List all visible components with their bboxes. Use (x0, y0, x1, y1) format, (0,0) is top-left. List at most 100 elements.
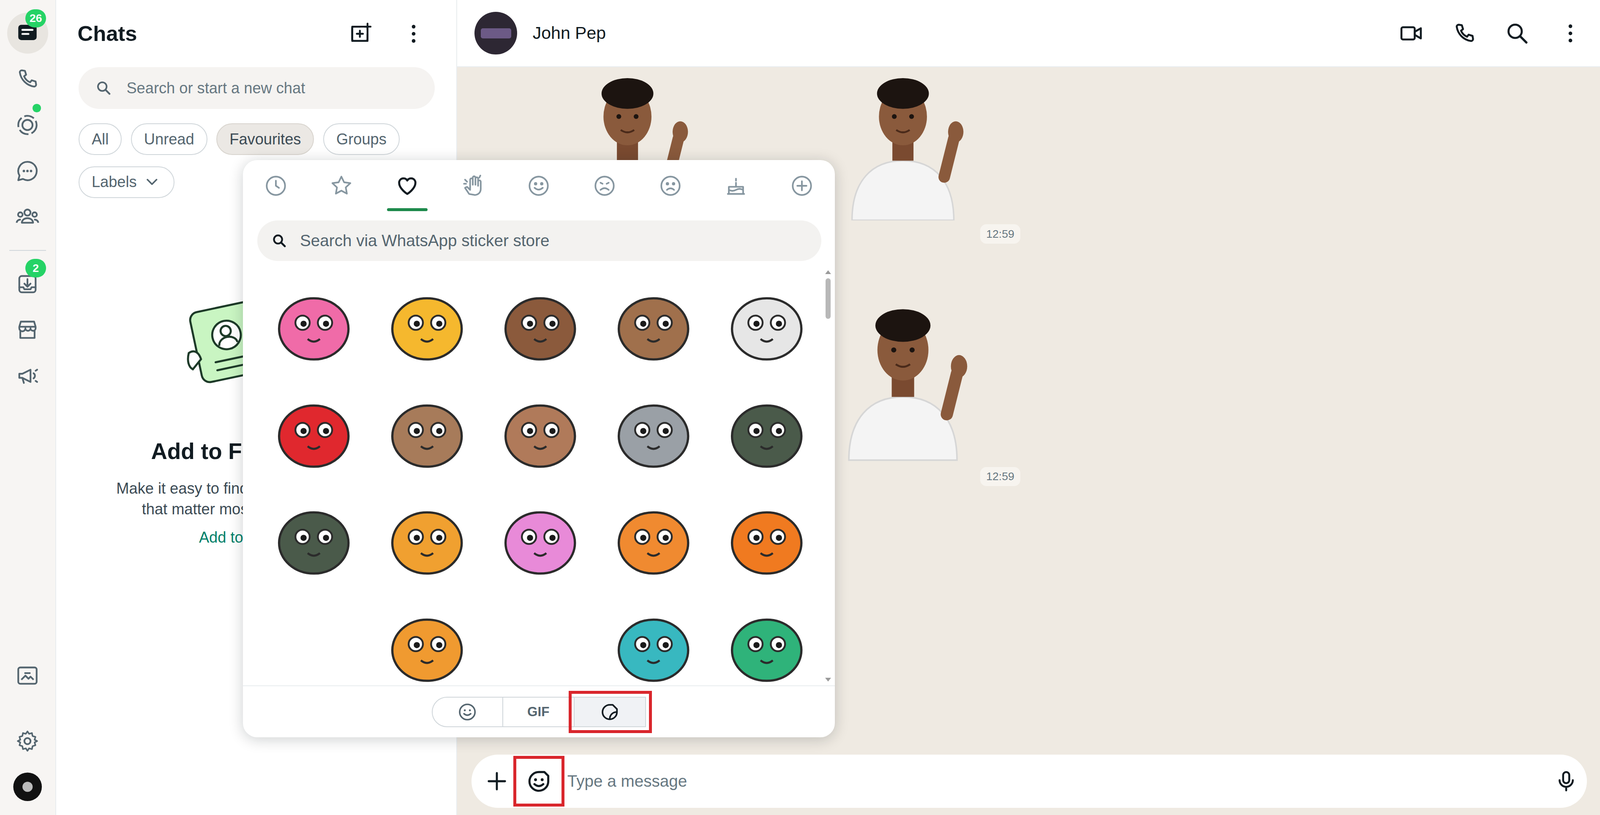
contact-avatar[interactable] (474, 11, 518, 55)
sticker-category-tab[interactable] (637, 160, 704, 212)
rail-button[interactable] (7, 104, 49, 146)
voice-call-icon[interactable] (1452, 21, 1477, 46)
message-composer: Type a message (471, 755, 1587, 809)
rail-item[interactable] (0, 193, 56, 240)
chat-search-field[interactable]: Search or start a new chat (78, 67, 435, 110)
sticker[interactable] (257, 270, 371, 378)
media-icon (15, 663, 40, 689)
rail-item[interactable]: 26 (0, 10, 56, 57)
rail-item[interactable] (0, 101, 56, 148)
sticker-category-tab[interactable] (703, 160, 769, 212)
recent-icon (263, 173, 289, 199)
menu-dots-icon[interactable] (1558, 21, 1583, 46)
sticker-message[interactable]: 12:59 (826, 67, 1021, 244)
sticker-category-tab[interactable] (440, 160, 507, 212)
rail-button[interactable] (7, 766, 49, 808)
rail-item[interactable] (0, 147, 56, 194)
picker-mode-button[interactable] (574, 697, 646, 728)
filter-chip[interactable]: Favourites (216, 123, 314, 156)
rail-item[interactable] (0, 718, 56, 765)
selected-tab-indicator (387, 208, 428, 212)
sticker[interactable] (370, 484, 484, 592)
celebrate-icon (723, 173, 749, 199)
rail-button[interactable] (7, 309, 49, 351)
sticker-image-icon (607, 385, 700, 478)
new-chat-icon[interactable] (348, 21, 373, 47)
labels-dropdown[interactable]: Labels (78, 166, 175, 199)
sticker-category-tab[interactable] (242, 160, 309, 212)
sticker[interactable] (596, 377, 711, 486)
scrollbar-thumb[interactable] (825, 278, 831, 320)
sticker-category-tab[interactable] (505, 160, 572, 212)
megaphone-icon (15, 363, 40, 389)
picker-mode-button[interactable]: GIF (503, 697, 575, 728)
rail-item[interactable]: 2 (0, 261, 56, 308)
sticker[interactable] (257, 591, 371, 687)
chats-actions (348, 21, 426, 47)
scrollbar[interactable] (824, 270, 832, 682)
contact-name[interactable]: John Pep (532, 23, 606, 44)
gear-icon (15, 729, 40, 754)
sticker[interactable] (710, 484, 824, 592)
sticker[interactable] (596, 270, 711, 378)
message-time-row: 12:59 (826, 467, 1021, 487)
sticker-category-tabs (242, 160, 835, 212)
sticker[interactable] (483, 484, 597, 592)
rail-item[interactable] (0, 653, 56, 700)
sticker[interactable] (710, 270, 824, 378)
rail-button[interactable] (7, 150, 49, 192)
rail-button[interactable] (7, 355, 49, 397)
sticker-category-tab[interactable] (571, 160, 638, 212)
search-icon[interactable] (1504, 21, 1530, 46)
search-icon (95, 79, 113, 97)
sticker-category-tab[interactable] (374, 160, 441, 212)
sticker[interactable] (710, 591, 824, 687)
sticker-image-icon (267, 492, 360, 584)
sticker-grid-area (242, 270, 835, 686)
sticker-image-icon (381, 385, 473, 478)
rail-button[interactable] (7, 720, 49, 762)
sticker-category-tab[interactable] (768, 160, 835, 212)
rail-button[interactable] (7, 196, 49, 238)
sticker[interactable] (370, 270, 484, 378)
rail-item[interactable] (0, 353, 56, 400)
message-input[interactable]: Type a message (567, 772, 1555, 791)
sticker-category-tab[interactable] (308, 160, 375, 212)
sticker[interactable] (257, 484, 371, 592)
video-call-icon[interactable] (1398, 21, 1424, 46)
sticker[interactable] (483, 270, 597, 378)
chats-header: Chats (56, 0, 457, 68)
sticker[interactable] (596, 591, 711, 687)
sticker[interactable] (370, 591, 484, 687)
menu-dots-icon[interactable] (401, 21, 426, 47)
filter-chip[interactable]: Groups (323, 123, 400, 156)
unread-badge: 2 (25, 258, 46, 278)
microphone-icon[interactable] (1553, 769, 1579, 794)
sticker[interactable] (710, 377, 824, 486)
chevron-down-icon (142, 172, 161, 191)
rail-item[interactable] (0, 307, 56, 354)
sticker-search-field[interactable]: Search via WhatsApp sticker store (257, 220, 822, 262)
rail-button[interactable] (7, 58, 49, 100)
sticker[interactable] (257, 377, 371, 486)
rail-button[interactable] (7, 655, 49, 697)
emoji-sticker-button[interactable] (513, 756, 565, 808)
sticker[interactable] (483, 591, 597, 687)
add-icon (789, 173, 815, 199)
rail-item[interactable] (0, 56, 56, 103)
scroll-up-arrow[interactable] (825, 270, 832, 275)
attach-plus-icon[interactable] (484, 769, 510, 794)
sticker[interactable] (483, 377, 597, 486)
rail-item[interactable] (0, 764, 56, 811)
filter-chip[interactable]: Unread (130, 123, 208, 156)
sticker[interactable] (370, 377, 484, 486)
filter-chip[interactable]: All (78, 123, 122, 156)
sticker[interactable] (596, 484, 711, 592)
scroll-down-arrow[interactable] (825, 678, 832, 682)
sticker-message[interactable]: 12:59 (826, 284, 1021, 487)
rail-spacer (0, 398, 56, 654)
happy-icon (526, 173, 551, 199)
picker-mode-button[interactable] (431, 697, 504, 728)
sticker-image-icon (720, 492, 813, 584)
phone-icon (15, 66, 40, 92)
